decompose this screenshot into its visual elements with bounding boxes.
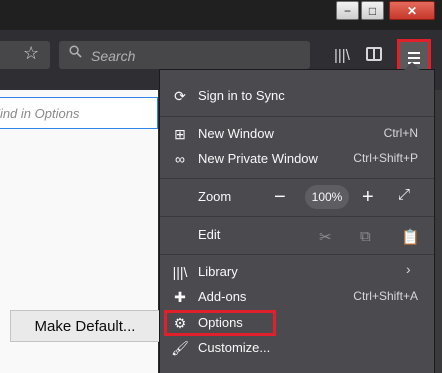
make-default-button[interactable]: Make Default...	[10, 310, 160, 342]
menu-label: Edit	[198, 227, 221, 242]
search-box[interactable]: Search	[59, 41, 310, 69]
menu-item-library[interactable]: |||\ Library	[160, 260, 434, 284]
paste-icon[interactable]: 📋	[401, 228, 420, 246]
divider	[160, 178, 434, 179]
fullscreen-icon[interactable]: ⤢	[398, 186, 418, 210]
divider	[160, 254, 434, 255]
sync-icon: ⟳	[174, 87, 186, 104]
menu-item-new-window[interactable]: ⊞ New Window Ctrl+N	[160, 122, 434, 146]
menu-shortcut: Ctrl+Shift+A	[353, 289, 418, 303]
minimize-icon: −	[343, 3, 351, 18]
copy-icon[interactable]: ⧉	[360, 228, 371, 245]
menu-item-zoom: Zoom	[160, 185, 434, 209]
close-icon: ✕	[406, 3, 418, 18]
menu-label: Sign in to Sync	[198, 88, 285, 103]
menu-item-edit: Edit	[160, 223, 434, 247]
menu-label: Zoom	[198, 189, 232, 204]
minimize-button[interactable]: −	[336, 1, 359, 20]
menu-label: Add-ons	[198, 289, 247, 304]
library-icon: |||\	[172, 264, 188, 280]
menu-item-new-private-window[interactable]: ∞ New Private Window Ctrl+Shift+P	[160, 147, 434, 171]
hamburger-icon-line	[408, 57, 420, 59]
zoom-out-button[interactable]: −	[274, 186, 294, 210]
menu-item-add-ons[interactable]: ✚ Add-ons Ctrl+Shift+A	[160, 285, 434, 309]
page-edge	[434, 90, 442, 373]
search-icon	[69, 45, 82, 58]
options-highlight	[164, 310, 276, 336]
menu-label: New Window	[198, 126, 274, 141]
find-placeholder: Find in Options	[0, 106, 80, 121]
sidebar-icon[interactable]	[366, 47, 382, 61]
new-window-icon: ⊞	[174, 125, 186, 142]
puzzle-icon: ✚	[174, 288, 186, 305]
zoom-in-button[interactable]: +	[362, 186, 382, 210]
close-button[interactable]: ✕	[389, 1, 435, 20]
menu-item-sign-in-sync[interactable]: ⟳ Sign in to Sync	[160, 84, 434, 108]
paintbrush-icon: 🖌	[171, 339, 189, 356]
zoom-reset-button[interactable]: 100%	[305, 185, 349, 209]
menu-shortcut: Ctrl+N	[383, 126, 418, 140]
search-placeholder: Search	[91, 48, 136, 64]
private-mask-icon: ∞	[175, 151, 185, 167]
find-in-options-input[interactable]: Find in Options	[0, 97, 158, 129]
options-page: Find in Options Make Default...	[0, 90, 160, 373]
menu-shortcut: Ctrl+Shift+P	[353, 151, 418, 165]
library-icon[interactable]: |||\	[334, 47, 350, 64]
title-bar: − □ ✕	[0, 0, 442, 30]
app-menu-panel: ⟳ Sign in to Sync ⊞ New Window Ctrl+N ∞ …	[160, 62, 434, 373]
menu-label: Library	[198, 264, 238, 279]
divider	[160, 116, 434, 117]
hamburger-icon-line	[408, 52, 420, 54]
maximize-button[interactable]: □	[361, 1, 384, 20]
menu-label: Customize...	[198, 340, 271, 355]
panel-arrow	[404, 62, 420, 70]
menu-item-customize[interactable]: 🖌 Customize...	[160, 336, 434, 360]
bookmark-star-icon[interactable]: ☆	[23, 43, 39, 64]
menu-label: New Private Window	[198, 151, 318, 166]
cut-icon[interactable]: ✂	[319, 228, 332, 246]
divider	[160, 216, 434, 217]
maximize-icon: □	[368, 3, 377, 18]
chevron-right-icon: ›	[406, 261, 411, 277]
